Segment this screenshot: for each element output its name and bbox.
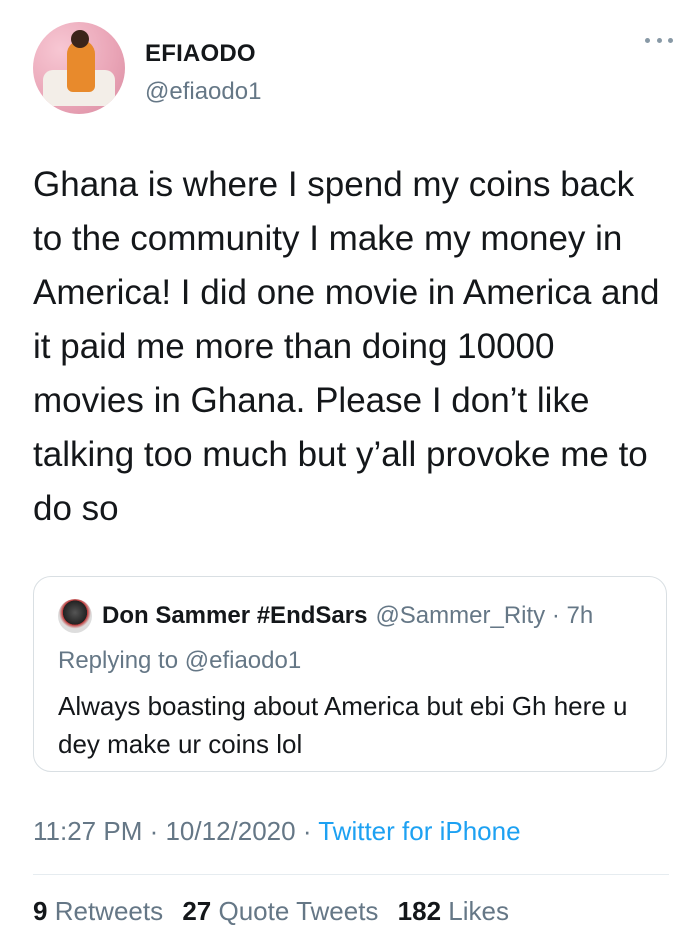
tweet-stats: 9 Retweets 27 Quote Tweets 182 Likes xyxy=(33,896,521,927)
tweet-timestamp[interactable]: 11:27 PM · 10/12/2020 · xyxy=(33,816,318,846)
tweet-text: Ghana is where I spend my coins back to … xyxy=(33,165,660,528)
author-avatar[interactable] xyxy=(33,22,125,114)
quote-tweets-stat[interactable]: 27 Quote Tweets xyxy=(182,896,378,926)
quoted-tweet-header: Don Sammer #EndSars @Sammer_Rity · 7h xyxy=(58,599,593,633)
dot xyxy=(645,38,650,43)
quote-tweets-count: 27 xyxy=(182,896,212,926)
author-display-name[interactable]: EFIAODO xyxy=(145,40,256,68)
quoted-author-avatar[interactable] xyxy=(58,599,92,633)
more-options-icon[interactable] xyxy=(645,38,673,48)
quoted-author-handle-time: @Sammer_Rity · 7h xyxy=(375,602,594,629)
retweets-stat[interactable]: 9 Retweets xyxy=(33,896,163,926)
likes-stat[interactable]: 182 Likes xyxy=(398,896,509,926)
replying-to-line: Replying to @efiaodo1 xyxy=(58,647,301,675)
avatar-head-shape xyxy=(71,30,89,48)
quoted-tweet-text: Always boasting about America but ebi Gh… xyxy=(58,691,628,759)
dot xyxy=(656,38,662,43)
quote-tweets-label: Quote Tweets xyxy=(218,896,379,926)
dot xyxy=(668,38,673,43)
retweets-label: Retweets xyxy=(54,896,164,926)
replying-prefix: Replying to xyxy=(58,647,179,674)
divider xyxy=(33,874,669,875)
likes-label: Likes xyxy=(448,896,509,926)
retweets-count: 9 xyxy=(33,896,48,926)
tweet-meta: 11:27 PM · 10/12/2020 · Twitter for iPho… xyxy=(33,816,521,847)
likes-count: 182 xyxy=(397,896,442,926)
tweet-source-link[interactable]: Twitter for iPhone xyxy=(318,816,520,846)
tweet-header: EFIAODO @efiaodo1 xyxy=(33,22,673,122)
author-handle[interactable]: @efiaodo1 xyxy=(145,78,261,106)
quoted-tweet[interactable]: Don Sammer #EndSars @Sammer_Rity · 7h Re… xyxy=(33,576,667,772)
replying-to-mention[interactable]: @efiaodo1 xyxy=(185,647,301,674)
quoted-author-name[interactable]: Don Sammer #EndSars xyxy=(102,602,367,630)
